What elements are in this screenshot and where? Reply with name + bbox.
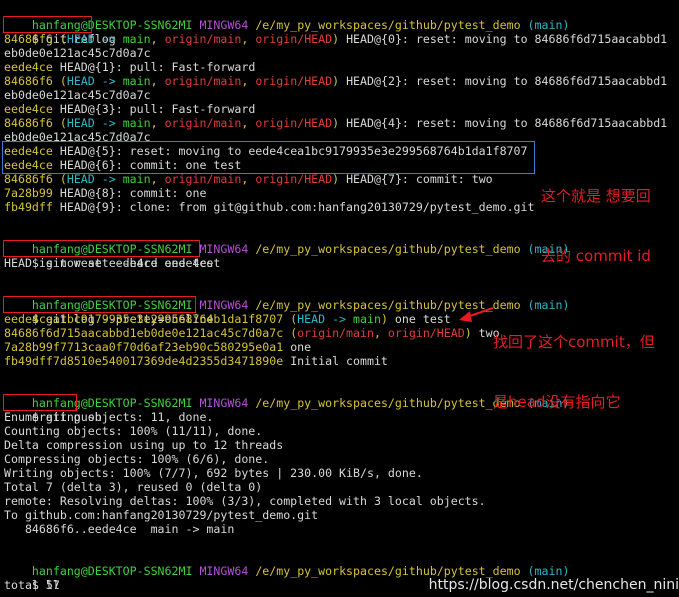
reflog-text: HEAD@{7}: commit: two [346,172,493,186]
terminal-window[interactable]: hanfang@DESKTOP-SSN62MI MINGW64 /e/my_py… [0,0,679,597]
reflog-text: HEAD@{3}: pull: Fast-forward [59,102,256,116]
commit-message: Initial commit [290,354,388,368]
prompt-path: /e/my_py_workspaces/github/pytest_demo [255,396,521,410]
reflog-text: HEAD@{4}: reset: moving to 84686f6d715aa… [346,116,668,130]
commit-hash: 7a28b99 [4,186,53,200]
reflog-text: HEAD@{2}: reset: moving to 84686f6d715aa… [346,74,668,88]
log-line: eede4cea1bc9179935e3e299568764b1da1f8707… [4,312,451,326]
reflog-line: fb49dff HEAD@{9}: clone: from git@github… [4,200,535,214]
watermark-text: https://blog.csdn.net/chenchen_nini [428,577,679,593]
reflog-text: HEAD@{9}: clone: from git@github.com:han… [59,200,535,214]
log-line: 84686f6d715aacabbd1eb0de0e121ac45c7d0a7c… [4,326,500,340]
prompt-line: hanfang@DESKTOP-SSN62MI MINGW64 /e/my_py… [4,382,570,410]
red-arrow-icon [459,307,494,322]
remote-head-ref: origin/HEAD [255,32,333,46]
reflog-line: 84686f6 (HEAD -> main, origin/main, orig… [4,74,668,88]
reset-output: HEAD is now at eede4ce one test [4,256,221,270]
push-output-line: To github.com:hanfang20130729/pytest_dem… [4,508,319,522]
head-ref: HEAD [66,116,95,130]
head-ref: HEAD [66,172,95,186]
branch-ref: main [122,172,151,186]
command-highlight-box [3,16,92,33]
prompt-line: hanfang@DESKTOP-SSN62MI MINGW64 /e/my_py… [4,550,570,578]
branch-ref: main [353,312,381,326]
commit-hash: 84686f6 [4,32,53,46]
commit-hash: 84686f6 [4,116,53,130]
command-highlight-box [3,240,200,257]
annotation-note-2: 找回了这个commit，但 是head没有指向它 [493,292,655,452]
push-output-line: remote: Resolving deltas: 100% (3/3), co… [4,494,486,508]
annotation-note-1: 这个就是 想要回 去的 commit id [541,146,651,306]
prompt-shell: MINGW64 [199,18,249,32]
remote-ref: origin/main [164,74,242,88]
branch-ref: main [122,74,151,88]
annotation-line: 是head没有指向它 [493,393,621,411]
remote-ref: origin/main [164,172,242,186]
annotation-line: 这个就是 想要回 [541,187,651,205]
target-commit-highlight-box [2,141,535,174]
commit-hash: eede4cea1bc9179935e3e299568764b1da1f8707 [4,312,284,326]
commit-hash: eede4ce [4,60,53,74]
remote-head-ref: origin/HEAD [255,116,333,130]
push-output-line: Writing objects: 100% (7/7), 692 bytes |… [4,466,423,480]
annotation-line: 去的 commit id [541,247,651,265]
ll-output: total 57 [4,578,60,592]
ref-arrow: -> [332,312,347,326]
reflog-line: 84686f6 (HEAD -> main, origin/main, orig… [4,172,493,186]
push-output-line: Total 7 (delta 3), reused 0 (delta 0) [4,480,263,494]
push-output-line: Delta compression using up to 12 threads [4,438,284,452]
reflog-text: HEAD@{8}: commit: one [59,186,207,200]
reflog-wrap: eb0de0e121ac45c7d0a7c [4,46,151,60]
reflog-text: HEAD@{0}: reset: moving to 84686f6d715aa… [346,32,668,46]
remote-ref: origin/main [297,326,374,340]
commit-message: one test [394,312,451,326]
commit-hash: 84686f6 [4,74,53,88]
remote-head-ref: origin/HEAD [387,326,465,340]
reflog-text: HEAD@{1}: pull: Fast-forward [59,60,256,74]
commit-message: one [290,340,312,354]
head-ref: HEAD [66,32,95,46]
reflog-line: 7a28b99 HEAD@{8}: commit: one [4,186,206,200]
reflog-line: eede4ce HEAD@{1}: pull: Fast-forward [4,60,255,74]
annotation-line: 找回了这个commit，但 [493,333,655,351]
command-highlight-box [3,296,196,313]
push-output-line: Compressing objects: 100% (6/6), done. [4,452,270,466]
branch-ref: main [122,32,151,46]
branch-ref: main [122,116,151,130]
commit-hash: 84686f6 [4,172,53,186]
push-output-line: 84686f6..eede4ce main -> main [4,522,235,536]
log-line: 7a28b99f7713caa0f70d6af23eb90c580295e0a1… [4,340,311,354]
prompt-path: /e/my_py_workspaces/github/pytest_demo [255,242,521,256]
reflog-line: 84686f6 (HEAD -> main, origin/main, orig… [4,116,668,130]
prompt-path: /e/my_py_workspaces/github/pytest_demo [255,564,521,578]
prompt-path: /e/my_py_workspaces/github/pytest_demo [255,18,521,32]
head-ref: HEAD [297,312,326,326]
commit-hash: fb49dff [4,200,53,214]
command-line: $ ll [4,564,60,592]
prompt-branch: (main) [527,18,570,32]
log-line: fb49dff7d8510e540017369de4d2355d3471890e… [4,354,388,368]
remote-head-ref: origin/HEAD [255,74,333,88]
commit-hash: eede4ce [4,102,53,116]
command-highlight-box [3,394,77,411]
commit-hash: 7a28b99f7713caa0f70d6af23eb90c580295e0a1 [4,340,284,354]
prompt-shell: MINGW64 [199,564,249,578]
remote-ref: origin/main [164,32,242,46]
reflog-wrap: eb0de0e121ac45c7d0a7c [4,88,151,102]
push-output-line: Counting objects: 100% (11/11), done. [4,424,263,438]
reflog-line: eede4ce HEAD@{3}: pull: Fast-forward [4,102,255,116]
commit-hash: fb49dff7d8510e540017369de4d2355d3471890e [4,354,284,368]
prompt-shell: MINGW64 [199,396,249,410]
reflog-line: 84686f6 (HEAD -> main, origin/main, orig… [4,32,668,46]
prompt-branch: (main) [527,564,570,578]
head-ref: HEAD [66,74,95,88]
remote-ref: origin/main [164,116,242,130]
remote-head-ref: origin/HEAD [255,172,333,186]
commit-hash: 84686f6d715aacabbd1eb0de0e121ac45c7d0a7c [4,326,284,340]
push-output-line: Enumerating objects: 11, done. [4,410,214,424]
